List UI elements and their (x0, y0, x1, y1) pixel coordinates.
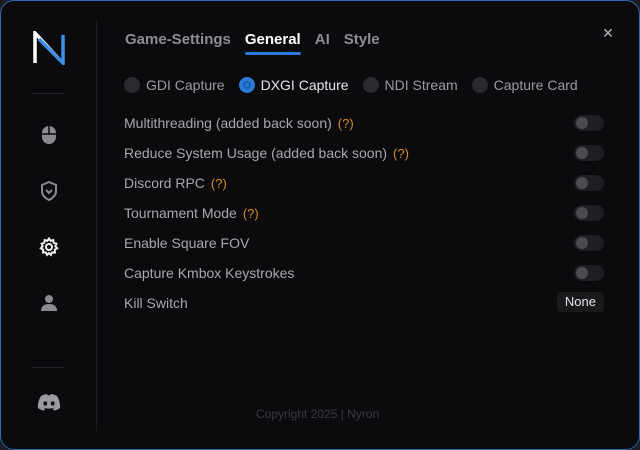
capture-mode-group: GDI Capture DXGI Capture NDI Stream Capt… (124, 77, 592, 93)
tab-bar: Game-Settings General AI Style (125, 31, 394, 55)
radio-label: Capture Card (493, 77, 578, 93)
radio-label: NDI Stream (384, 77, 458, 93)
sidebar-item-account[interactable] (37, 291, 61, 315)
shield-icon (41, 181, 57, 201)
help-tooltip-trigger[interactable]: (?) (338, 116, 354, 131)
setting-row-square-fov: Enable Square FOV (124, 233, 604, 253)
tab-ai[interactable]: AI (315, 31, 330, 54)
radio-label: GDI Capture (146, 77, 225, 93)
toggle-knob (576, 237, 588, 249)
gear-icon (39, 237, 59, 257)
setting-label: Discord RPC (124, 175, 205, 191)
radio-label: DXGI Capture (260, 77, 349, 93)
help-tooltip-trigger[interactable]: (?) (243, 206, 259, 221)
sidebar (1, 1, 97, 449)
radio-dxgi-capture[interactable]: DXGI Capture (238, 77, 349, 93)
sidebar-separator (31, 93, 65, 94)
tab-general[interactable]: General (244, 31, 301, 55)
discord-rpc-toggle[interactable] (574, 175, 604, 191)
tab-style[interactable]: Style (344, 31, 380, 54)
tournament-mode-toggle[interactable] (574, 205, 604, 221)
square-fov-toggle[interactable] (574, 235, 604, 251)
user-icon (41, 295, 57, 311)
reduce-system-usage-toggle[interactable] (574, 145, 604, 161)
radio-ndi-stream[interactable]: NDI Stream (362, 77, 458, 93)
radio-indicator (471, 77, 488, 93)
sidebar-separator-bottom (31, 367, 65, 368)
copyright-footer: Copyright 2025 | Nyron (256, 407, 380, 421)
sidebar-item-mouse[interactable] (37, 123, 61, 147)
discord-icon (37, 394, 61, 411)
setting-label: Kill Switch (124, 295, 188, 311)
help-tooltip-trigger[interactable]: (?) (211, 176, 227, 191)
help-tooltip-trigger[interactable]: (?) (393, 146, 409, 161)
setting-row-kmbox-keystrokes: Capture Kmbox Keystrokes (124, 263, 604, 283)
setting-row-tournament-mode: Tournament Mode (?) (124, 203, 604, 223)
kill-switch-keybind-button[interactable]: None (556, 292, 604, 312)
sidebar-divider (96, 21, 97, 431)
radio-indicator (238, 77, 255, 93)
sidebar-item-shield[interactable] (37, 179, 61, 203)
setting-label: Reduce System Usage (added back soon) (124, 145, 388, 161)
setting-label: Multithreading (added back soon) (124, 115, 332, 131)
setting-label: Enable Square FOV (124, 235, 250, 251)
app-window: Game-Settings General AI Style × GDI Cap… (0, 0, 640, 450)
setting-row-reduce-system-usage: Reduce System Usage (added back soon) (?… (124, 143, 604, 163)
mouse-icon (42, 126, 56, 144)
toggle-knob (576, 267, 588, 279)
setting-row-kill-switch: Kill Switch None (124, 292, 604, 313)
setting-row-multithreading: Multithreading (added back soon) (?) (124, 113, 604, 133)
multithreading-toggle[interactable] (574, 115, 604, 131)
toggle-knob (576, 207, 588, 219)
nyron-logo-icon (33, 31, 65, 65)
radio-capture-card[interactable]: Capture Card (471, 77, 578, 93)
toggle-knob (576, 147, 588, 159)
toggle-knob (576, 177, 588, 189)
toggle-knob (576, 117, 588, 129)
radio-indicator (362, 77, 379, 93)
radio-gdi-capture[interactable]: GDI Capture (124, 77, 225, 93)
tab-game-settings[interactable]: Game-Settings (125, 31, 231, 54)
setting-label: Tournament Mode (124, 205, 237, 221)
discord-button[interactable] (37, 390, 61, 414)
kmbox-keystrokes-toggle[interactable] (574, 265, 604, 281)
close-icon[interactable]: × (600, 24, 616, 42)
setting-label: Capture Kmbox Keystrokes (124, 265, 295, 281)
sidebar-item-settings[interactable] (37, 235, 61, 259)
radio-indicator (124, 77, 140, 93)
setting-row-discord-rpc: Discord RPC (?) (124, 173, 604, 193)
